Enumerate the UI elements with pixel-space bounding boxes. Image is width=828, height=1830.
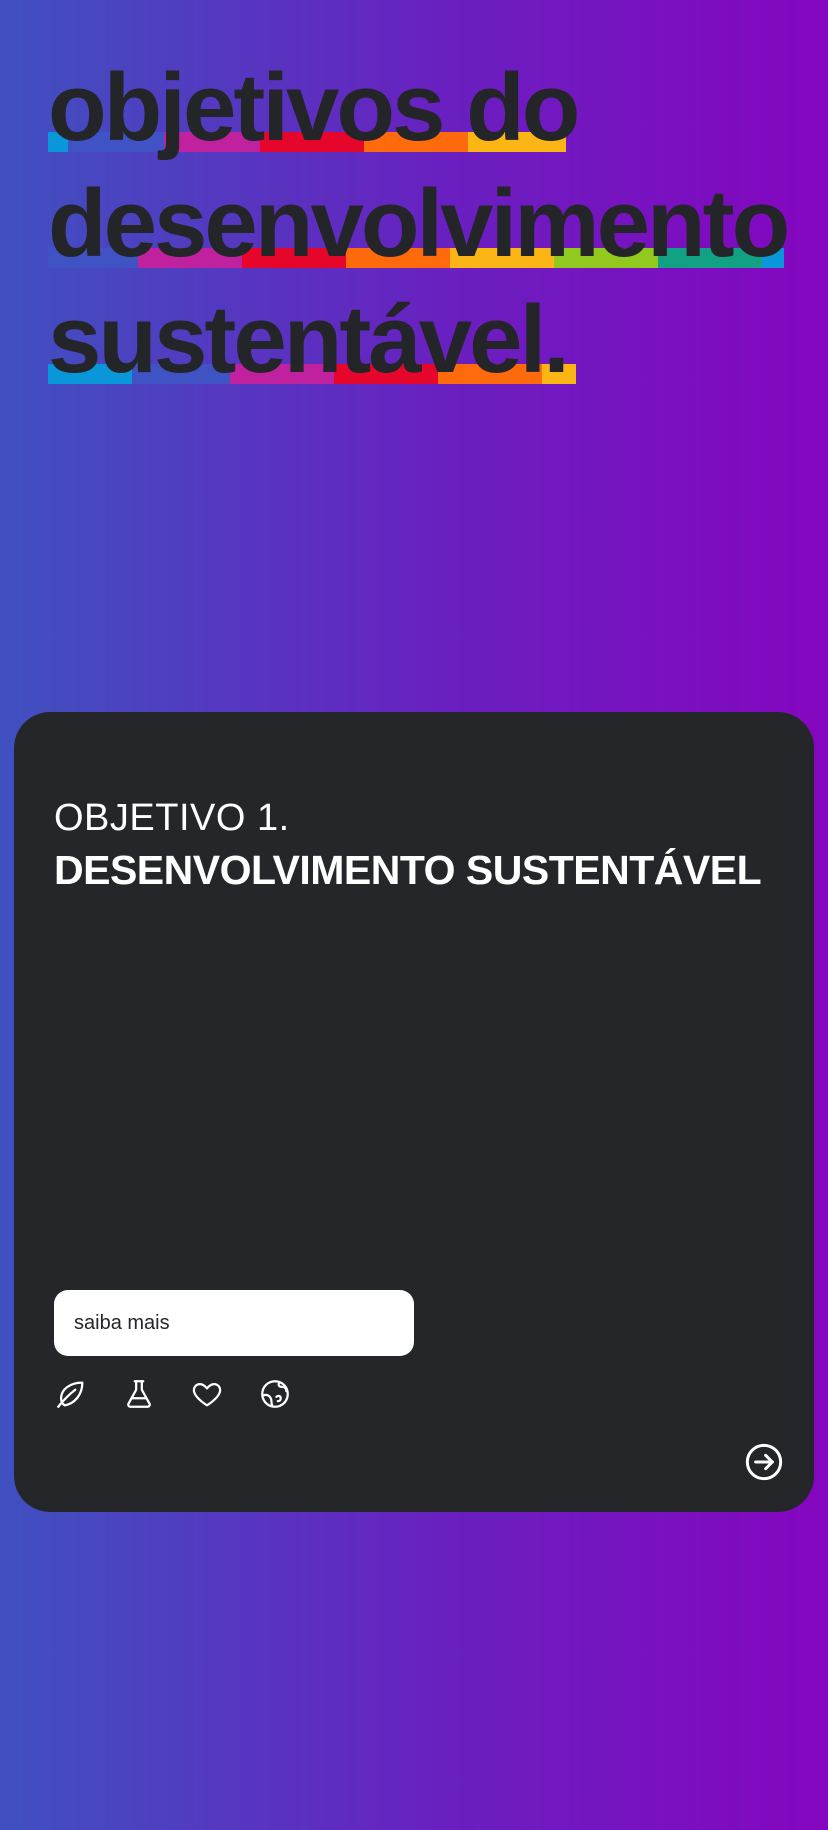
headline-line-3: sustentável. (48, 290, 808, 406)
headline-text-3: sustentável. (48, 286, 570, 393)
objective-label: OBJETIVO 1. (54, 797, 290, 839)
leaf-icon[interactable] (54, 1374, 122, 1414)
flask-icon[interactable] (122, 1374, 190, 1414)
objective-card: OBJETIVO 1. DESENVOLVIMENTO SUSTENTÁVEL … (14, 712, 814, 1512)
headline: objetivos do desenvolvimento sustentável… (48, 58, 808, 406)
globe-icon[interactable] (258, 1374, 326, 1414)
headline-text-1: objetivos do (48, 54, 580, 161)
headline-line-2: desenvolvimento (48, 174, 808, 290)
headline-text-2: desenvolvimento (48, 170, 790, 277)
headline-line-1: objetivos do (48, 58, 808, 174)
objective-title: DESENVOLVIMENTO SUSTENTÁVEL (54, 847, 762, 893)
saiba-mais-button[interactable]: saiba mais (54, 1290, 414, 1356)
category-icons (54, 1374, 326, 1414)
heart-icon[interactable] (190, 1374, 258, 1414)
arrow-right-circle-icon[interactable] (744, 1442, 784, 1482)
